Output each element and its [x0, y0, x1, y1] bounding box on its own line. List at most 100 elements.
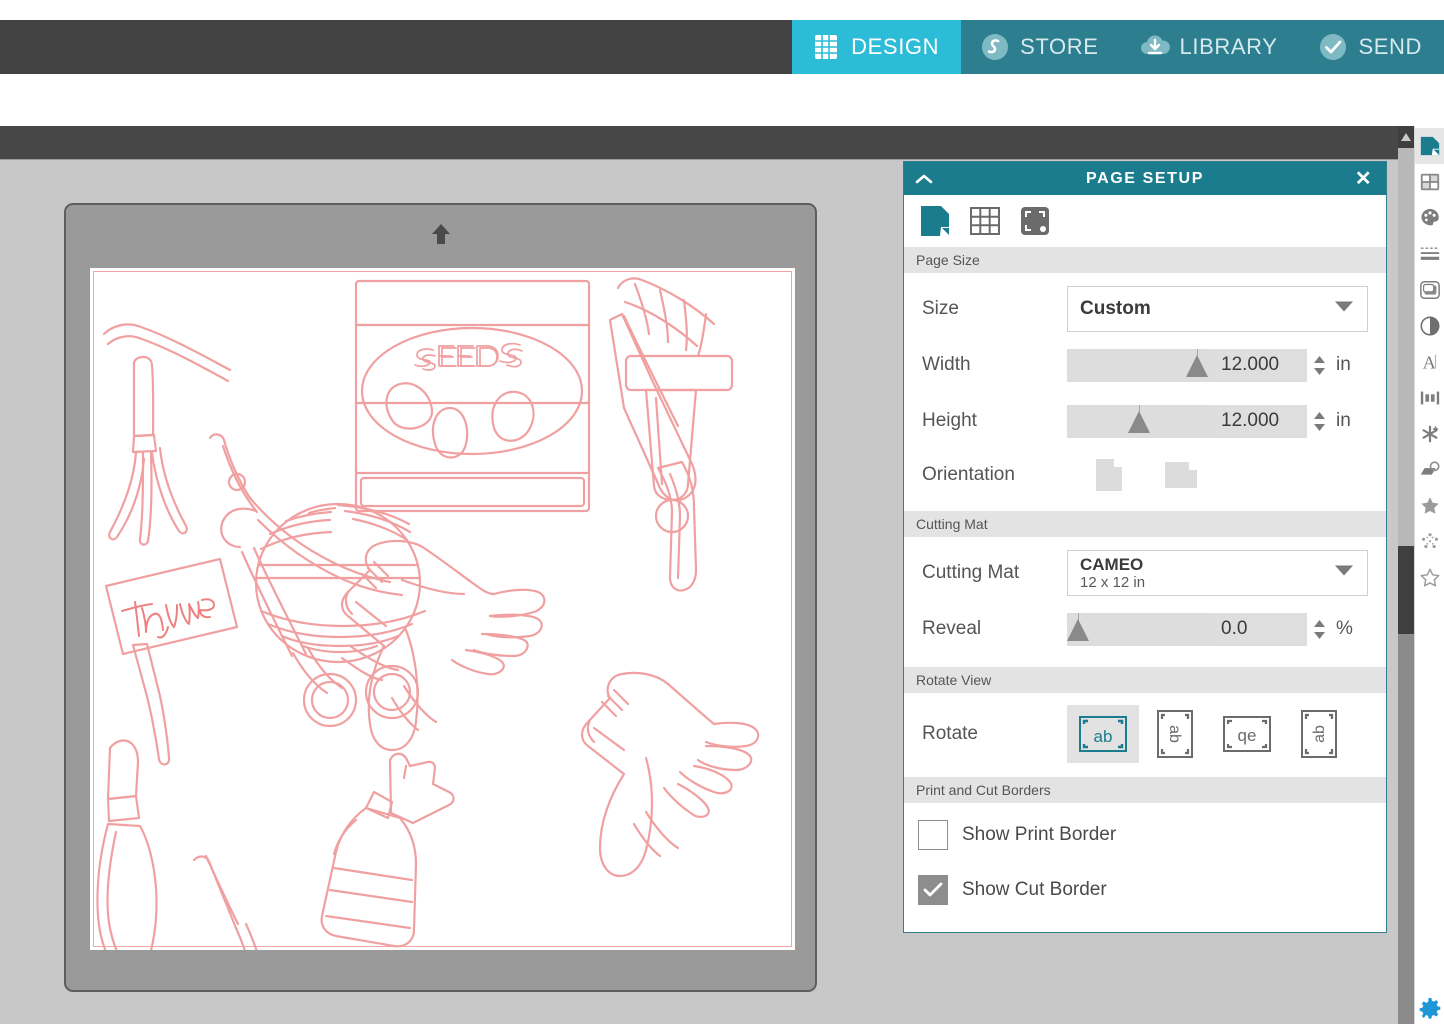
- rail-item-text-style[interactable]: A: [1415, 344, 1444, 380]
- right-tool-rail: A: [1414, 126, 1444, 1024]
- cutting-mat-select[interactable]: CAMEO 12 x 12 in: [1067, 550, 1368, 596]
- grid-icon: [810, 31, 842, 63]
- tab-library[interactable]: LIBRARY: [1120, 20, 1300, 74]
- width-spinner[interactable]: [1310, 349, 1328, 382]
- reveal-unit: %: [1336, 618, 1353, 639]
- rotate-view-header-label: Rotate View: [916, 672, 992, 688]
- show-print-border-checkbox[interactable]: [918, 819, 948, 850]
- rail-item-shadow[interactable]: [1415, 272, 1444, 308]
- cutting-mat[interactable]: [64, 203, 817, 992]
- svg-text:qe: qe: [1238, 726, 1257, 745]
- show-print-border-label: Show Print Border: [962, 823, 1117, 845]
- rail-item-sketch[interactable]: [1415, 524, 1444, 560]
- scroll-up-icon[interactable]: [1398, 126, 1414, 148]
- reveal-spinner[interactable]: [1310, 613, 1328, 646]
- rail-item-line-style[interactable]: [1415, 236, 1444, 272]
- svg-text:ab: ab: [1311, 725, 1328, 743]
- panel-tab-grid[interactable]: [964, 200, 1006, 242]
- menu-band: [0, 74, 1444, 126]
- width-label: Width: [922, 354, 971, 375]
- chevron-up-icon[interactable]: [912, 162, 936, 195]
- rail-item-align[interactable]: [1415, 380, 1444, 416]
- tab-library-label: LIBRARY: [1179, 34, 1278, 59]
- height-label: Height: [922, 410, 977, 431]
- store-icon: [979, 31, 1011, 63]
- svg-text:ab: ab: [1094, 727, 1113, 746]
- height-spinner[interactable]: [1310, 405, 1328, 438]
- check-circle-icon: [1317, 31, 1349, 63]
- up-arrow-icon: [426, 220, 456, 250]
- section-header-cutting-mat: Cutting Mat: [904, 511, 1386, 537]
- tab-design[interactable]: DESIGN: [792, 20, 962, 74]
- rail-item-library-star[interactable]: [1415, 560, 1444, 596]
- rail-item-modify[interactable]: [1415, 416, 1444, 452]
- tab-store[interactable]: STORE: [961, 20, 1121, 74]
- reveal-slider[interactable]: [1067, 612, 1212, 646]
- row-height: Height in: [904, 393, 1386, 449]
- reveal-input[interactable]: [1212, 612, 1307, 646]
- show-cut-border-row[interactable]: Show Cut Border: [904, 862, 1386, 917]
- show-cut-border-label: Show Cut Border: [962, 878, 1107, 900]
- rail-item-page-setup[interactable]: [1414, 128, 1444, 164]
- rotate-180-button[interactable]: qe: [1211, 705, 1283, 763]
- section-body-cutting-mat: Cutting Mat CAMEO 12 x 12 in Reveal 0.0 …: [904, 537, 1386, 667]
- section-body-page-size: Size Custom Width 12.000 in Height 12.00…: [904, 273, 1386, 511]
- width-input[interactable]: [1212, 348, 1307, 382]
- design-page[interactable]: [90, 268, 795, 950]
- size-label: Size: [922, 298, 959, 319]
- show-cut-border-checkbox[interactable]: [918, 874, 948, 905]
- rotate-90-button[interactable]: ab: [1139, 705, 1211, 763]
- silhouette-studio-window: DESIGN STORE LIBRARY SEND PAGE SETUP ✕ P…: [0, 0, 1444, 1024]
- cutting-mat-header-label: Cutting Mat: [916, 516, 988, 532]
- panel-footer-space: [904, 927, 1386, 932]
- gear-icon[interactable]: [1415, 994, 1444, 1024]
- size-select[interactable]: Custom: [1067, 286, 1368, 332]
- panel-tab-page[interactable]: [914, 200, 956, 242]
- row-width: Width in: [904, 337, 1386, 393]
- row-rotate: Rotate ab ab qe ab: [904, 701, 1386, 767]
- section-header-rotate-view: Rotate View: [904, 667, 1386, 693]
- scrollbar-shadow: [1398, 546, 1414, 634]
- section-header-page-size: Page Size: [904, 247, 1386, 273]
- svg-text:ab: ab: [1166, 725, 1183, 743]
- vertical-scrollbar[interactable]: [1398, 126, 1414, 1024]
- rotate-0-button[interactable]: ab: [1067, 705, 1139, 763]
- rail-item-quick-access[interactable]: [1415, 164, 1444, 200]
- width-slider[interactable]: [1067, 348, 1212, 382]
- landscape-icon[interactable]: [1161, 455, 1201, 495]
- show-print-border-row[interactable]: Show Print Border: [904, 807, 1386, 862]
- rail-item-offset[interactable]: [1415, 452, 1444, 488]
- garden-tools-artwork[interactable]: [90, 268, 795, 950]
- section-body-rotate-view: Rotate ab ab qe ab: [904, 693, 1386, 777]
- row-cutting-mat: Cutting Mat CAMEO 12 x 12 in: [904, 545, 1386, 601]
- height-input[interactable]: [1212, 404, 1307, 438]
- reveal-label: Reveal: [922, 618, 982, 639]
- page-setup-panel: PAGE SETUP ✕ Page Size Size Custom Width…: [903, 161, 1387, 933]
- cutting-mat-dimensions: 12 x 12 in: [1080, 573, 1146, 591]
- cutting-mat-label: Cutting Mat: [922, 562, 1020, 583]
- chevron-down-icon: [1333, 300, 1355, 319]
- rotate-270-button[interactable]: ab: [1283, 705, 1355, 763]
- rail-item-trace[interactable]: [1415, 488, 1444, 524]
- scrollbar-thumb[interactable]: [1398, 148, 1414, 546]
- close-icon[interactable]: ✕: [1352, 162, 1376, 195]
- panel-tab-registration-marks[interactable]: [1014, 200, 1056, 242]
- rail-item-transparency[interactable]: [1415, 308, 1444, 344]
- rail-item-fill-color[interactable]: [1415, 200, 1444, 236]
- chevron-down-icon: [1333, 564, 1355, 583]
- borders-header-label: Print and Cut Borders: [916, 782, 1051, 798]
- cutting-mat-value: CAMEO: [1080, 554, 1144, 574]
- height-unit: in: [1336, 410, 1351, 431]
- page-size-header-label: Page Size: [916, 252, 980, 268]
- row-orientation: Orientation: [904, 449, 1386, 501]
- cloud-download-icon: [1139, 31, 1171, 63]
- row-size: Size Custom: [904, 281, 1386, 337]
- tab-send[interactable]: SEND: [1299, 20, 1444, 74]
- rotate-label: Rotate: [922, 723, 978, 744]
- scrollbar-track[interactable]: [1398, 148, 1414, 1024]
- height-slider[interactable]: [1067, 404, 1212, 438]
- portrait-icon[interactable]: [1089, 455, 1129, 495]
- section-header-borders: Print and Cut Borders: [904, 777, 1386, 803]
- panel-title: PAGE SETUP: [1086, 169, 1204, 187]
- section-body-borders: Show Print Border Show Cut Border: [904, 803, 1386, 927]
